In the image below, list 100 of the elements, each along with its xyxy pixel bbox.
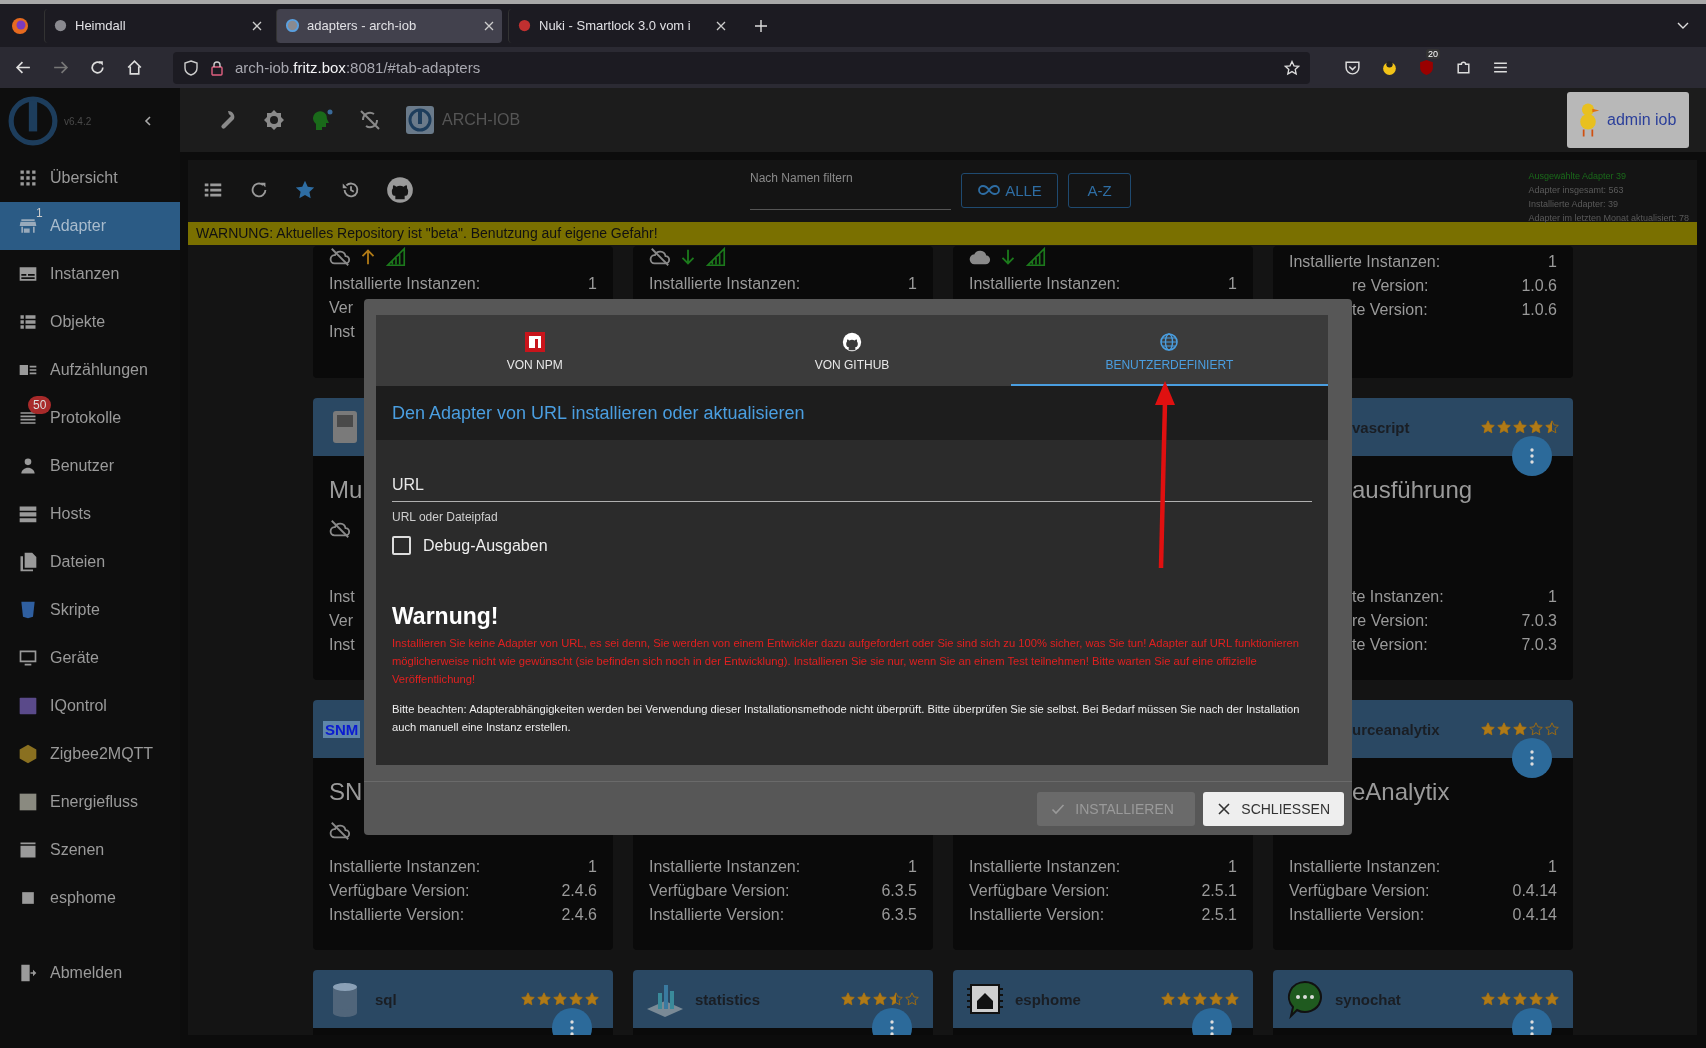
sidebar-item[interactable]: Protokolle 50 (0, 394, 180, 442)
stat-line: Adapter im letzten Monat aktualisiert: 78 (1528, 212, 1689, 225)
star-icon (1497, 992, 1511, 1006)
close-icon[interactable] (484, 20, 494, 31)
reload-icon[interactable] (89, 59, 106, 76)
star-icon (521, 992, 535, 1006)
sidebar-item[interactable]: esphome (0, 874, 180, 922)
github-icon[interactable] (386, 176, 414, 204)
info-value: 7.0.3 (1521, 636, 1557, 654)
stat-line: Ausgewählte Adapter 39 (1528, 170, 1627, 183)
more-vertical-icon (1210, 1020, 1214, 1035)
info-value: 6.3.5 (881, 882, 917, 900)
pocket-icon[interactable] (1344, 59, 1361, 76)
star-icon (1225, 992, 1239, 1006)
sidebar-item[interactable]: Benutzer (0, 442, 180, 490)
adapter-title: ausführung (1352, 475, 1473, 505)
info-value: 1 (588, 858, 597, 876)
sidebar-item[interactable]: Adapter 1 (0, 202, 180, 250)
close-button[interactable]: SCHLIESSEN (1203, 791, 1344, 826)
adapter-name: statistics (695, 990, 761, 1008)
star-icon (553, 992, 567, 1006)
logo-text: SNM (323, 720, 361, 738)
host-logo-icon (406, 106, 434, 134)
filter-field[interactable]: Nach Namen filtern (750, 170, 951, 210)
stat-line: Adapter insgesamt: 563 (1528, 184, 1625, 197)
more-button[interactable] (1512, 436, 1552, 476)
new-tab-icon[interactable] (754, 18, 768, 33)
collapse-icon[interactable] (142, 115, 154, 127)
close-icon[interactable] (252, 20, 262, 31)
info-label: Verfügbare Version: (649, 882, 790, 900)
star-icon (1481, 420, 1495, 434)
star-icon (537, 992, 551, 1006)
info-value: 2.4.6 (561, 906, 597, 924)
sidebar-item[interactable]: Übersicht (0, 154, 180, 202)
sidebar-item[interactable]: Objekte (0, 298, 180, 346)
sidebar-item[interactable]: Aufzählungen (0, 346, 180, 394)
sidebar-item[interactable]: Instanzen (0, 250, 180, 298)
note-text: Bitte beachten: Adapterabhängigkeiten werden bei Verwendung dieser Installationsmethode nicht überprüft. Bitte überprüfen Sie sie selbst. Bei Bedarf müssen Sie nach der Installation auch manuell eine Instanz erstellen. (392, 702, 1301, 735)
browser-logo-icon[interactable] (10, 15, 30, 36)
globe-icon (1159, 331, 1180, 352)
info-value: 0.4.14 (1512, 882, 1557, 900)
bird-extension-icon[interactable] (1381, 59, 1398, 76)
sidebar-item[interactable]: Szenen (0, 826, 180, 874)
head-icon[interactable] (310, 108, 334, 132)
sidebar-item[interactable]: IQontrol (0, 682, 180, 730)
puzzle-icon[interactable] (1455, 59, 1472, 76)
star-icon (1177, 992, 1191, 1006)
info-value: 1 (588, 275, 597, 293)
back-icon[interactable] (15, 59, 32, 76)
bookmark-star-icon[interactable] (1284, 59, 1300, 76)
info-label: Installierte Version: (329, 906, 465, 924)
info-label: Inst (329, 588, 355, 606)
menu-icon[interactable] (1492, 59, 1509, 76)
sidebar-item[interactable]: Dateien (0, 538, 180, 586)
home-icon[interactable] (126, 59, 143, 76)
lock-icon[interactable] (209, 59, 225, 76)
star-icon (585, 992, 599, 1006)
info-label: re Version: (1352, 277, 1429, 295)
star-icon (1497, 420, 1511, 434)
menu-item-icon (18, 456, 38, 476)
sidebar-item[interactable]: Zigbee2MQTT (0, 730, 180, 778)
info-value: 1.0.6 (1521, 277, 1557, 295)
shield-icon[interactable] (183, 59, 199, 76)
adapter-title: eAnalytix (1352, 777, 1450, 807)
user-button[interactable]: admin iob (1567, 92, 1689, 148)
chat-bubble-logo-icon (1285, 979, 1325, 1019)
more-button[interactable] (1512, 738, 1552, 778)
tab-favicon-icon (517, 18, 532, 33)
close-icon[interactable] (716, 20, 726, 31)
host-name: ARCH-IOB (442, 111, 521, 129)
browser-tab[interactable]: Heimdall (44, 8, 270, 43)
star-icon (1545, 992, 1559, 1006)
logout-item[interactable]: Abmelden (0, 949, 180, 997)
sidebar-item[interactable]: Geräte (0, 634, 180, 682)
sync-off-icon[interactable] (358, 108, 382, 132)
source-tab[interactable]: VON NPM (376, 315, 694, 386)
tab-favicon-icon (53, 18, 68, 33)
sidebar-item[interactable]: Hosts (0, 490, 180, 538)
checkbox-label[interactable]: Debug-Ausgaben (423, 536, 548, 555)
info-label: Installierte Instanzen: (329, 858, 481, 876)
browser-tab[interactable]: adapters - arch-iob (276, 8, 502, 43)
sidebar-item[interactable]: Skripte (0, 586, 180, 634)
settings-icon[interactable] (262, 108, 286, 132)
star-icon (1529, 722, 1543, 736)
source-tab[interactable]: VON GITHUB (693, 315, 1011, 386)
star-icon (905, 992, 919, 1006)
warning-text: Installieren Sie keine Adapter von URL, es sei denn, Sie werden von einem Entwickler dazu aufgefordert oder Sie sind sich zu 100% sicher, was Sie tun! Adapter auf URL funktionieren möglicherweise nicht wie gewünscht (sie befinden sich noch in der Entwicklung). Installieren Sie sie nur, wenn Sie an einem Test teilnehmen! Bitte warten Sie auf eine offizielle Veröffentlichung! (392, 636, 1300, 687)
info-value: 2.5.1 (1201, 906, 1237, 924)
browser-tab[interactable]: Nuki - Smartlock 3.0 vom i (508, 8, 734, 43)
info-label: Verfügbare Version: (969, 882, 1110, 900)
sidebar-item[interactable]: Energiefluss (0, 778, 180, 826)
star-icon (1529, 420, 1543, 434)
url-field[interactable]: URL (392, 468, 1312, 502)
more-vertical-icon (890, 1020, 894, 1035)
star-icon (1481, 722, 1495, 736)
checkbox[interactable] (392, 536, 411, 555)
forward-icon[interactable] (52, 59, 69, 76)
star-icon[interactable] (294, 179, 316, 201)
info-label: Verfügbare Version: (329, 882, 470, 900)
address-bar[interactable]: arch-iob.fritz.box:8081/#tab-adapters (173, 51, 1310, 84)
